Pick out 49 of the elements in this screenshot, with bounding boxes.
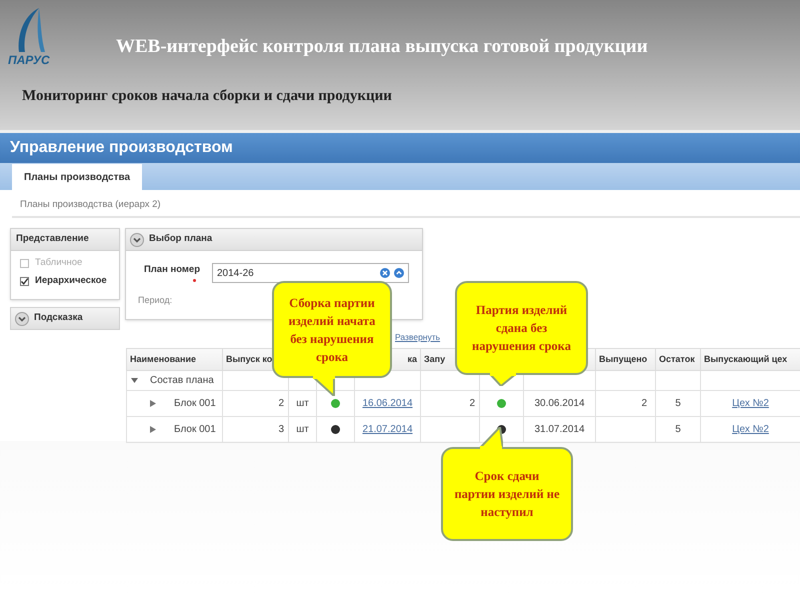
- dropdown-icon[interactable]: [394, 268, 404, 278]
- breadcrumb: Планы производства (иерарх 2): [20, 198, 161, 212]
- view-option[interactable]: Иерархическое: [20, 274, 119, 288]
- workshop-link[interactable]: Цех №2: [732, 424, 769, 435]
- clear-icon[interactable]: [380, 268, 390, 278]
- panel-title: Выбор плана: [149, 232, 212, 246]
- callout-pointer: [312, 376, 336, 396]
- callout: Сборка партии изделий начата без нарушения срока: [272, 281, 392, 378]
- chevron-icon[interactable]: [15, 312, 29, 326]
- panel-title: Представление: [16, 232, 89, 246]
- app-title: Управление производством: [10, 138, 233, 158]
- column-header: Выпускающий цех: [700, 348, 800, 370]
- collapse-arrow-icon[interactable]: [131, 376, 138, 384]
- checkbox[interactable]: [20, 276, 29, 286]
- table-cell: 30.06.2014: [524, 390, 596, 416]
- table-cell[interactable]: Состав плана: [126, 370, 222, 390]
- slide-subtitle: Мониторинг сроков начала сборки и сдачи продукции: [22, 86, 392, 106]
- column-header: Наименование: [126, 348, 222, 370]
- callout: Партия изделий сдана без нарушения срока: [455, 281, 588, 375]
- table-cell: 5: [656, 416, 700, 442]
- field-label: Период:: [138, 295, 172, 305]
- field-label: План номер: [144, 263, 200, 277]
- table-cell: 5: [656, 390, 700, 416]
- logo-text: ПАРУС: [8, 54, 50, 66]
- expand-link[interactable]: Развернуть: [395, 332, 440, 342]
- expand-arrow-icon[interactable]: [150, 400, 156, 406]
- table-cell: 31.07.2014: [524, 416, 596, 442]
- hint-panel[interactable]: Подсказка: [10, 307, 120, 330]
- plan-number-field[interactable]: 2014-26: [212, 263, 409, 283]
- table-cell: 2: [222, 390, 288, 416]
- table-cell[interactable]: Блок 001: [126, 416, 222, 442]
- workshop-link[interactable]: Цех №2: [732, 398, 769, 409]
- chevron-icon[interactable]: [130, 232, 144, 246]
- expand-arrow-icon[interactable]: [150, 426, 156, 432]
- column-header: Остаток: [656, 348, 700, 370]
- table-cell: 2: [596, 390, 656, 416]
- table-cell: шт: [288, 416, 316, 442]
- checkbox[interactable]: [20, 258, 29, 268]
- callout: Срок сдачи партии изделий не наступил: [441, 447, 573, 541]
- slide-title: WEB-интерфейс контроля плана выпуска готовой продукции: [116, 35, 648, 59]
- table-cell: 2: [420, 390, 480, 416]
- table-cell: шт: [288, 390, 316, 416]
- table-cell: 3: [222, 416, 288, 442]
- tab[interactable]: Планы производства: [12, 164, 142, 190]
- callout-pointer: [489, 373, 517, 386]
- column-header: Выпущено: [596, 348, 656, 370]
- table-cell: [596, 416, 656, 442]
- callout-pointer: [479, 427, 503, 449]
- table-cell[interactable]: Блок 001: [126, 390, 222, 416]
